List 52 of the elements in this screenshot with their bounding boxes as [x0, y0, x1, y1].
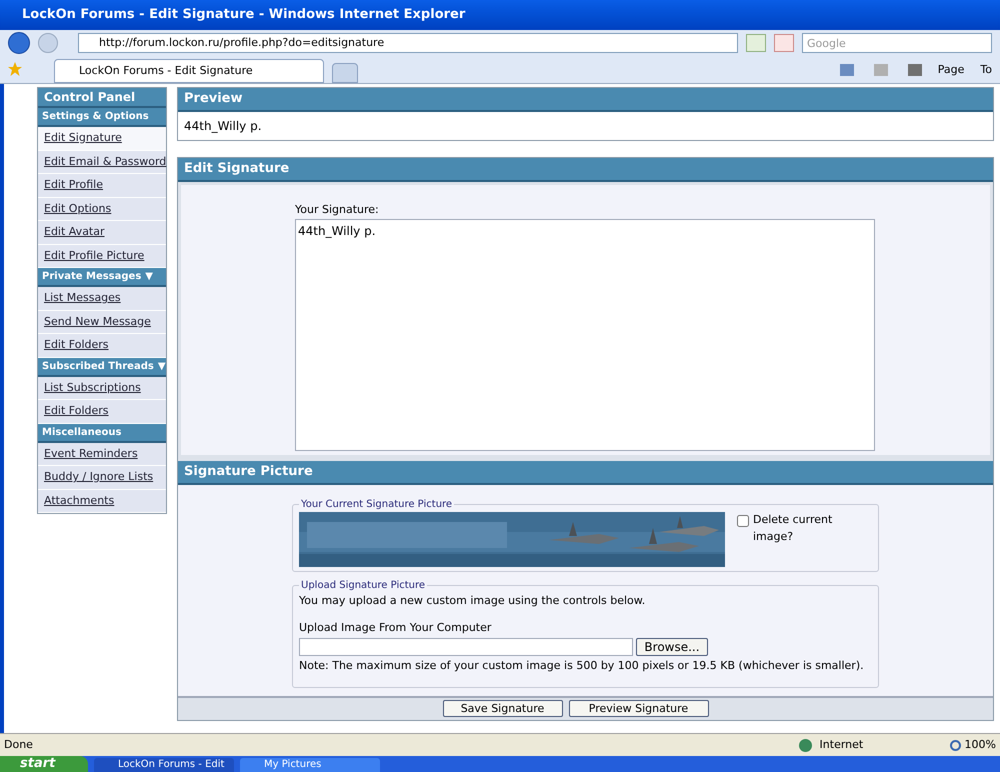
- command-button[interactable]: To: [980, 62, 992, 78]
- sidebar-item[interactable]: Edit Avatar: [38, 221, 166, 244]
- sidebar-title: Control Panel: [38, 88, 166, 108]
- panel-header: Edit Signature: [178, 158, 993, 182]
- status-text: Done: [4, 736, 34, 753]
- sidebar-item[interactable]: Event Reminders: [38, 442, 166, 466]
- caret-icon[interactable]: ▼: [158, 358, 166, 374]
- panel-header: Preview: [178, 88, 993, 112]
- sidebar-item[interactable]: Edit Folders: [38, 334, 166, 358]
- sidebar-item[interactable]: Edit Email & Password: [38, 150, 166, 174]
- browse-button[interactable]: Browse...: [636, 638, 708, 656]
- new-tab-button[interactable]: [332, 63, 358, 83]
- field-label: Upload Image From Your Computer: [299, 620, 492, 636]
- command-button[interactable]: Page: [938, 62, 964, 78]
- fieldset-legend: Upload Signature Picture: [299, 578, 428, 593]
- form-button[interactable]: Save Signature: [442, 700, 562, 717]
- upload-text: You may upload a new custom image using the controls below.: [299, 593, 646, 609]
- field-label: Your Signature:: [295, 202, 380, 218]
- zone-text: Internet: [820, 736, 864, 753]
- sidebar-item[interactable]: Edit Profile: [38, 174, 166, 198]
- sidebar-item[interactable]: Send New Message: [38, 310, 166, 334]
- size-note: Note: The maximum size of your custom image is 500 by 100 pixels or 19.5 KB (whichever is smaller).: [299, 658, 865, 674]
- caret-icon[interactable]: ▼: [145, 269, 153, 284]
- sidebar-item[interactable]: Attachments: [38, 490, 166, 513]
- sidebar-item[interactable]: List Subscriptions: [38, 376, 166, 400]
- sidebar-section-title: Private Messages: [42, 270, 142, 284]
- taskbar-item[interactable]: My Pictures: [240, 758, 380, 772]
- sidebar-section-title: Miscellaneous: [42, 426, 122, 440]
- fieldset-legend: Your Current Signature Picture: [299, 497, 454, 512]
- sidebar-item[interactable]: Edit Signature: [38, 127, 166, 150]
- sidebar-section-title: Subscribed Threads: [42, 360, 154, 374]
- sidebar-item[interactable]: Buddy / Ignore Lists: [38, 466, 166, 490]
- address-field[interactable]: http://forum.lockon.ru/profile.php?do=editsignature: [78, 33, 738, 53]
- star-icon[interactable]: [8, 62, 22, 76]
- checkbox-label: Delete current image?: [753, 512, 834, 544]
- browser-tab[interactable]: LockOn Forums - Edit Signature: [54, 59, 324, 83]
- search-field[interactable]: Google: [802, 33, 992, 53]
- form-button[interactable]: Preview Signature: [568, 700, 708, 717]
- sidebar-item[interactable]: Edit Profile Picture: [38, 244, 166, 268]
- panel-header: Signature Picture: [178, 461, 993, 485]
- start-button[interactable]: start: [0, 756, 88, 772]
- sidebar-item[interactable]: Edit Folders: [38, 400, 166, 424]
- delete-checkbox[interactable]: [737, 515, 749, 527]
- taskbar-item[interactable]: LockOn Forums - Edit: [94, 758, 234, 772]
- sidebar-item[interactable]: Edit Options: [38, 198, 166, 221]
- sidebar-section-title: Settings & Options: [42, 110, 149, 124]
- window-title: LockOn Forums - Edit Signature - Windows Internet Explorer: [0, 0, 1000, 30]
- file-field[interactable]: [299, 638, 633, 656]
- preview-text: 44th_Willy p.: [184, 118, 262, 135]
- zoom-level[interactable]: 100%: [964, 736, 996, 754]
- signature-field[interactable]: 44th_Willy p.: [295, 218, 875, 450]
- sidebar-item[interactable]: List Messages: [38, 287, 166, 310]
